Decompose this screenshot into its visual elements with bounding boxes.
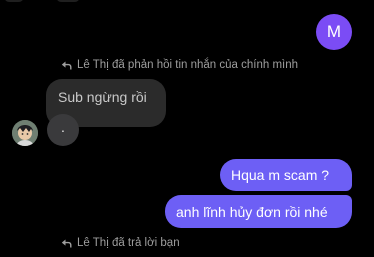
reply-notice-to-you: Lê Thị đã trả lời bạn	[61, 237, 180, 249]
reply-notice-to-you-text: Lê Thị đã trả lời bạn	[77, 237, 180, 249]
clipped-element-top-mid	[56, 0, 80, 2]
incoming-message-text: .	[61, 119, 65, 135]
reply-arrow-icon	[61, 61, 72, 69]
outgoing-message[interactable]: anh lĩnh hủy đơn rồi nhé	[165, 195, 352, 228]
outgoing-message[interactable]: Hqua m scam ?	[220, 159, 352, 191]
self-avatar[interactable]: M	[316, 14, 352, 50]
contact-avatar[interactable]	[12, 120, 38, 146]
self-avatar-initial: M	[326, 22, 342, 41]
reply-arrow-icon	[61, 239, 72, 247]
clipped-element-top-left	[4, 0, 24, 2]
reply-notice-own-text: Lê Thị đã phản hồi tin nhắn của chính mì…	[77, 59, 299, 71]
outgoing-message-text: Hqua m scam ?	[231, 167, 330, 183]
quoted-message-text: Sub ngừng rồi	[58, 89, 147, 105]
outgoing-message-text: anh lĩnh hủy đơn rồi nhé	[176, 203, 328, 220]
incoming-message[interactable]: .	[47, 114, 79, 146]
reply-notice-own: Lê Thị đã phản hồi tin nhắn của chính mì…	[61, 59, 298, 71]
contact-avatar-image	[12, 120, 38, 146]
